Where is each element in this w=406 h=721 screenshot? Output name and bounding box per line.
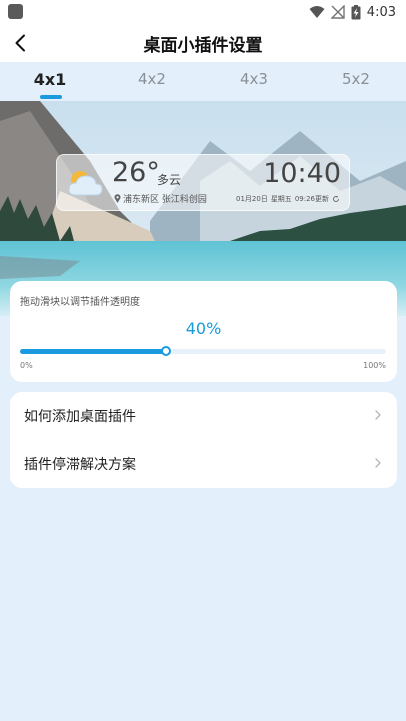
widget-preview: 26° 多云 浦东新区 张江科创园 10:40 01月20日 星期五 09:26… — [56, 154, 350, 211]
opacity-slider[interactable] — [20, 346, 386, 356]
size-tabs: 4x1 4x2 4x3 5x2 — [0, 62, 406, 102]
page-title: 桌面小插件设置 — [143, 36, 263, 56]
tab-4x3[interactable]: 4x3 — [224, 70, 284, 88]
tab-5x2[interactable]: 5x2 — [326, 70, 386, 88]
app-notification-icon — [8, 4, 23, 19]
tab-indicator — [40, 95, 62, 99]
menu-item-widget-freeze-fix[interactable]: 插件停滞解决方案 — [10, 440, 397, 488]
tab-4x2[interactable]: 4x2 — [122, 70, 182, 88]
battery-charging-icon — [351, 4, 361, 19]
tab-4x1[interactable]: 4x1 — [20, 70, 80, 89]
signal-off-icon — [330, 5, 345, 19]
opacity-min-label: 0% — [20, 361, 33, 370]
widget-location-text: 浦东新区 张江科创园 — [123, 195, 207, 205]
cloudy-sun-icon — [68, 171, 103, 196]
opacity-slider-thumb[interactable] — [161, 346, 172, 356]
widget-clock: 10:40 — [263, 158, 341, 189]
opacity-slider-fill — [20, 349, 167, 354]
menu-item-label: 如何添加桌面插件 — [24, 409, 136, 425]
chevron-right-icon — [375, 458, 381, 468]
opacity-max-label: 100% — [363, 361, 386, 370]
wifi-icon — [309, 6, 325, 18]
opacity-card: 拖动滑块以调节插件透明度 40% 0% 100% — [10, 281, 397, 382]
help-menu-card: 如何添加桌面插件 插件停滞解决方案 — [10, 392, 397, 488]
app-bar: 桌面小插件设置 — [0, 24, 406, 62]
opacity-value: 40% — [185, 319, 222, 338]
chevron-right-icon — [375, 410, 381, 420]
widget-temperature: 26° — [112, 157, 160, 188]
widget-updated: 09:26更新 — [294, 195, 329, 203]
status-bar: 4:03 — [0, 0, 406, 24]
widget-date: 01月20日 — [235, 195, 268, 203]
location-pin-icon — [114, 194, 121, 203]
widget-weekday: 星期五 — [270, 195, 292, 203]
menu-item-label: 插件停滞解决方案 — [24, 457, 136, 473]
status-icons: 4:03 — [309, 3, 396, 21]
refresh-icon — [333, 195, 339, 202]
opacity-caption: 拖动滑块以调节插件透明度 — [20, 297, 140, 308]
status-time: 4:03 — [366, 4, 396, 20]
widget-date-row: 01月20日 星期五 09:26更新 — [236, 194, 340, 204]
widget-condition: 多云 — [157, 173, 182, 187]
menu-item-add-widget[interactable]: 如何添加桌面插件 — [10, 392, 397, 440]
widget-location: 浦东新区 张江科创园 — [114, 192, 207, 205]
